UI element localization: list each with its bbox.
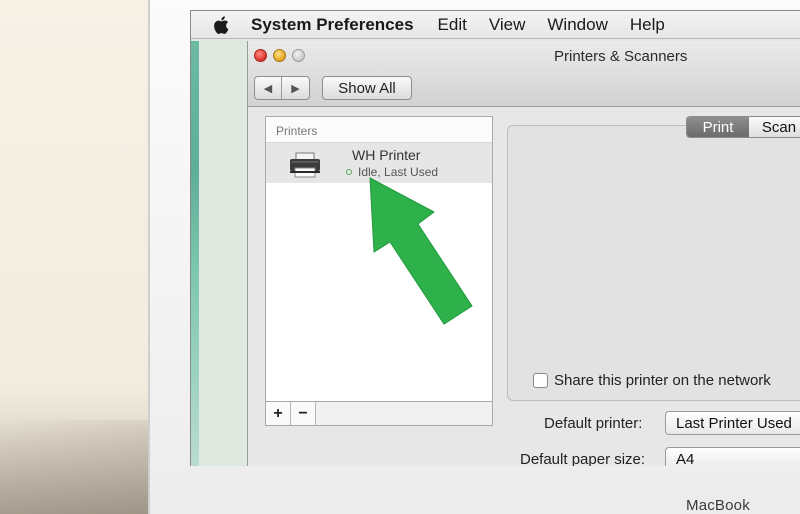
back-button[interactable]: ◀ xyxy=(255,77,283,99)
status-dot-icon xyxy=(346,169,352,175)
device-label: MacBook xyxy=(686,497,750,514)
back-forward-control: ◀ ▶ xyxy=(254,76,310,100)
minimize-window-button[interactable] xyxy=(273,49,286,62)
menu-edit[interactable]: Edit xyxy=(438,15,467,35)
zoom-window-button[interactable] xyxy=(292,49,305,62)
default-printer-label: Default printer: xyxy=(544,415,643,432)
tab-print[interactable]: Print xyxy=(687,117,749,137)
menu-system-preferences[interactable]: System Preferences xyxy=(251,15,414,35)
window-titlebar: Printers & Scanners ◀ ▶ Show All xyxy=(248,41,800,107)
background-wall xyxy=(0,0,150,514)
printer-name: WH Printer xyxy=(352,147,421,163)
forward-button[interactable]: ▶ xyxy=(282,77,309,99)
printers-scanners-window: Printers & Scanners ◀ ▶ Show All Print S… xyxy=(247,41,800,466)
close-window-button[interactable] xyxy=(254,49,267,62)
green-arrow-annotation xyxy=(369,177,473,325)
add-printer-button[interactable]: + xyxy=(266,402,291,425)
tab-scan[interactable]: Scan xyxy=(749,117,800,137)
show-all-button[interactable]: Show All xyxy=(322,76,412,100)
menu-bar: System Preferences Edit View Window Help xyxy=(191,11,800,39)
remove-printer-button[interactable]: − xyxy=(291,402,316,425)
menu-view[interactable]: View xyxy=(489,15,526,35)
apple-icon[interactable] xyxy=(211,14,233,36)
default-paper-size-popup[interactable]: A4 xyxy=(665,447,800,466)
share-printer-row: Share this printer on the network xyxy=(533,372,771,389)
menu-window[interactable]: Window xyxy=(547,15,607,35)
screen: System Preferences Edit View Window Help… xyxy=(190,10,800,466)
share-printer-checkbox[interactable] xyxy=(533,373,548,388)
print-scan-tabs: Print Scan xyxy=(686,116,800,138)
printers-list-footer: + − xyxy=(265,402,493,426)
share-printer-label: Share this printer on the network xyxy=(554,372,771,389)
printer-details-panel xyxy=(507,125,800,401)
desktop-wallpaper xyxy=(191,41,199,466)
default-printer-popup[interactable]: Last Printer Used xyxy=(665,411,800,435)
printer-icon xyxy=(290,152,320,178)
printers-list-header: Printers xyxy=(266,117,492,143)
default-paper-size-label: Default paper size: xyxy=(520,451,646,466)
menu-help[interactable]: Help xyxy=(630,15,665,35)
window-title: Printers & Scanners xyxy=(554,48,688,65)
